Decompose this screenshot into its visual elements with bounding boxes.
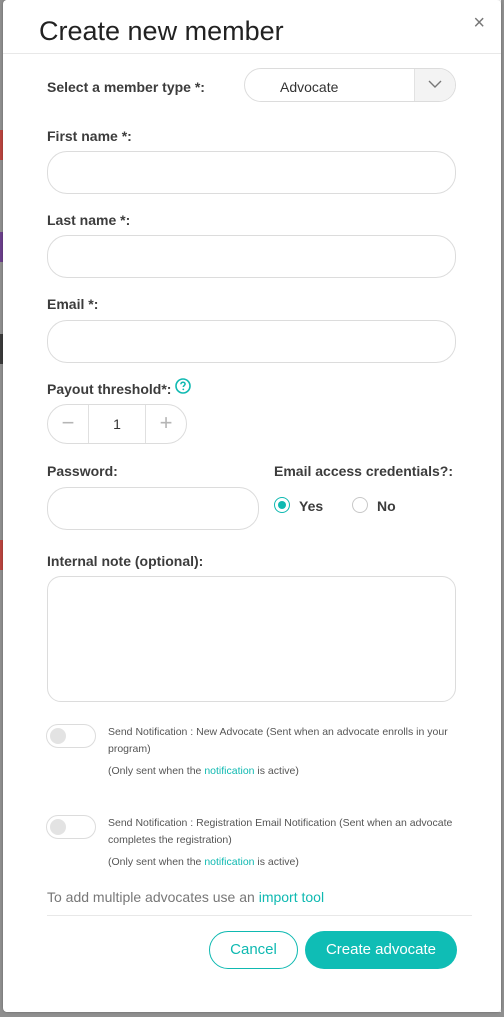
radio-yes[interactable] xyxy=(274,497,290,513)
notification-toggle-registration[interactable] xyxy=(46,815,96,839)
first-name-label: First name *: xyxy=(47,128,132,144)
import-text: To add multiple advocates use an xyxy=(47,889,259,905)
radio-no-label: No xyxy=(377,498,396,514)
email-input[interactable] xyxy=(47,320,456,363)
note-suffix: is active) xyxy=(254,856,299,868)
notification-text-new-advocate: Send Notification : New Advocate (Sent w… xyxy=(108,726,448,755)
member-type-value: Advocate xyxy=(280,79,339,95)
notification-link[interactable]: notification xyxy=(204,856,254,868)
help-icon[interactable] xyxy=(175,378,191,394)
increment-button[interactable]: + xyxy=(145,405,186,443)
last-name-input[interactable] xyxy=(47,235,456,278)
notification-toggle-new-advocate[interactable] xyxy=(46,724,96,748)
header-divider xyxy=(3,53,501,54)
notification-link[interactable]: notification xyxy=(204,765,254,777)
last-name-label: Last name *: xyxy=(47,212,131,228)
import-tool-link[interactable]: import tool xyxy=(259,889,324,905)
decrement-button[interactable]: − xyxy=(48,405,89,443)
close-icon[interactable]: × xyxy=(473,13,485,33)
toggle-knob xyxy=(50,819,66,835)
radio-yes-label: Yes xyxy=(299,498,324,514)
email-credentials-label: Email access credentials?: xyxy=(274,463,453,479)
notification-text-registration: Send Notification : Registration Email N… xyxy=(108,817,453,846)
footer-divider xyxy=(47,915,472,916)
notification-note-new-advocate: (Only sent when the notification is acti… xyxy=(108,763,478,780)
email-label: Email *: xyxy=(47,296,99,312)
member-type-select[interactable]: Advocate xyxy=(244,68,456,102)
internal-note-textarea[interactable] xyxy=(47,576,456,702)
password-input[interactable] xyxy=(47,487,259,530)
cancel-button[interactable]: Cancel xyxy=(209,931,298,969)
notification-note-registration: (Only sent when the notification is acti… xyxy=(108,854,478,871)
member-type-label: Select a member type *: xyxy=(47,79,205,95)
radio-no[interactable] xyxy=(352,497,368,513)
payout-threshold-label: Payout threshold*: xyxy=(47,381,172,397)
create-member-modal: Create new member × Select a member type… xyxy=(3,0,501,1012)
create-advocate-button[interactable]: Create advocate xyxy=(305,931,457,969)
backdrop-bottom xyxy=(0,1012,504,1017)
chevron-down-icon[interactable] xyxy=(414,69,455,101)
import-hint: To add multiple advocates use an import … xyxy=(47,889,324,905)
first-name-input[interactable] xyxy=(47,151,456,194)
modal-title: Create new member xyxy=(39,16,284,46)
note-prefix: (Only sent when the xyxy=(108,856,205,868)
payout-threshold-stepper[interactable]: − 1 + xyxy=(47,404,187,444)
password-label: Password: xyxy=(47,463,118,479)
internal-note-label: Internal note (optional): xyxy=(47,553,204,569)
toggle-knob xyxy=(50,728,66,744)
note-suffix: is active) xyxy=(254,765,299,777)
note-prefix: (Only sent when the xyxy=(108,765,205,777)
payout-threshold-value[interactable]: 1 xyxy=(89,405,145,443)
